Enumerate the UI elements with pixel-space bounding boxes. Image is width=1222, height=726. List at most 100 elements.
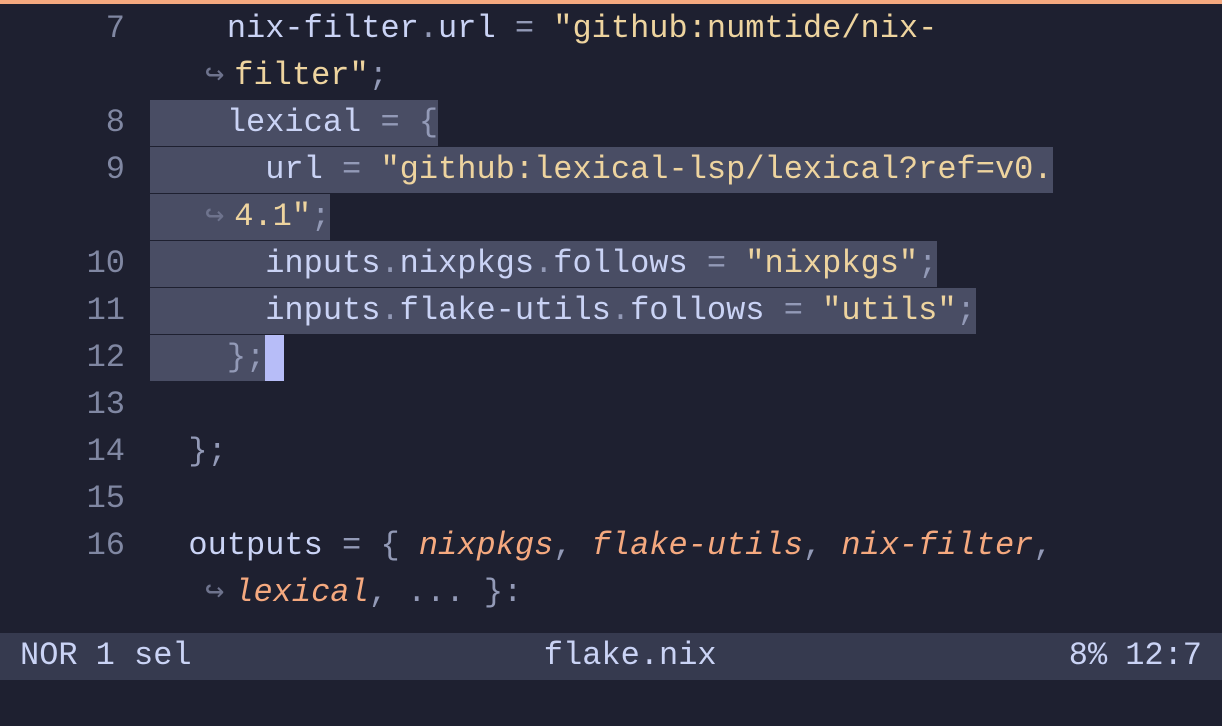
code-token	[150, 288, 265, 334]
line-content[interactable]: ↪4.1";	[150, 194, 1222, 240]
code-token: ,	[803, 523, 822, 569]
code-token: "nixpkgs"	[745, 241, 918, 287]
code-token	[150, 241, 265, 287]
line-number: 11	[0, 288, 150, 334]
line-content[interactable]: };	[150, 429, 1222, 475]
code-token: url	[438, 6, 515, 52]
line-number: 12	[0, 335, 150, 381]
code-token: inputs	[265, 241, 380, 287]
line-content[interactable]: ↪lexical, ... }:	[150, 570, 1222, 616]
line-number: 9	[0, 147, 150, 193]
line-content[interactable]: url = "github:lexical-lsp/lexical?ref=v0…	[150, 147, 1222, 193]
code-token: lexical	[234, 570, 368, 616]
code-token: flake-utils	[400, 288, 611, 334]
code-token: inputs	[265, 288, 380, 334]
code-token	[822, 523, 841, 569]
line-number: 14	[0, 429, 150, 475]
code-token: nixpkgs	[419, 523, 553, 569]
code-token: .	[380, 288, 399, 334]
code-token: .	[534, 241, 553, 287]
command-line-area[interactable]	[0, 680, 1222, 726]
code-token: "github:lexical-lsp/lexical?ref=v0.	[380, 147, 1052, 193]
code-token: ...	[407, 570, 465, 616]
code-line[interactable]: 15	[0, 476, 1222, 523]
code-token	[150, 6, 227, 52]
code-token: }	[227, 335, 246, 381]
code-token: };	[188, 429, 226, 475]
code-token: lexical	[227, 100, 381, 146]
code-token	[726, 241, 745, 287]
code-line[interactable]: ↪filter";	[0, 53, 1222, 100]
code-token: =	[784, 288, 803, 334]
code-token	[465, 570, 484, 616]
code-token: ;	[918, 241, 937, 287]
code-line[interactable]: 8 lexical = {	[0, 100, 1222, 147]
code-token: {	[380, 523, 399, 569]
code-token	[150, 429, 188, 475]
cursor-position: 12:7	[1125, 633, 1202, 679]
status-bar: NOR 1 sel flake.nix 8% 12:7	[0, 633, 1222, 680]
scroll-percent: 8%	[1069, 633, 1107, 679]
code-token	[150, 147, 265, 193]
code-token	[803, 288, 822, 334]
code-token: 4.1"	[234, 194, 311, 240]
code-token: =	[342, 147, 361, 193]
code-token: ;	[311, 194, 330, 240]
code-token: follows	[630, 288, 784, 334]
code-line[interactable]: 16 outputs = { nixpkgs, flake-utils, nix…	[0, 523, 1222, 570]
code-token	[388, 570, 407, 616]
code-token: =	[707, 241, 726, 287]
code-token: .	[611, 288, 630, 334]
code-token: nix-filter	[841, 523, 1033, 569]
code-token	[150, 335, 227, 381]
code-line[interactable]: 13	[0, 382, 1222, 429]
line-number: 8	[0, 100, 150, 146]
code-token	[400, 100, 419, 146]
code-token: "github:numtide/nix-	[553, 6, 937, 52]
code-token: "utils"	[822, 288, 956, 334]
code-token: follows	[553, 241, 707, 287]
code-token	[150, 100, 227, 146]
code-token	[572, 523, 591, 569]
code-line[interactable]: ↪4.1";	[0, 194, 1222, 241]
code-line[interactable]: 9 url = "github:lexical-lsp/lexical?ref=…	[0, 147, 1222, 194]
line-content[interactable]: inputs.nixpkgs.follows = "nixpkgs";	[150, 241, 1222, 287]
line-content[interactable]: nix-filter.url = "github:numtide/nix-	[150, 6, 1222, 52]
code-token: ,	[553, 523, 572, 569]
wrap-indicator-icon: ↪	[150, 570, 234, 616]
selection-count: 1 sel	[96, 633, 192, 679]
line-content[interactable]: inputs.flake-utils.follows = "utils";	[150, 288, 1222, 334]
code-token: flake-utils	[592, 523, 803, 569]
code-token: ,	[1033, 523, 1052, 569]
line-content[interactable]: };	[150, 335, 1222, 381]
code-line[interactable]: 11 inputs.flake-utils.follows = "utils";	[0, 288, 1222, 335]
code-token: url	[265, 147, 342, 193]
code-token: =	[380, 100, 399, 146]
line-content[interactable]: lexical = {	[150, 100, 1222, 146]
editor-mode: NOR	[20, 633, 78, 679]
wrap-indicator-icon: ↪	[150, 194, 234, 240]
code-token: outputs	[188, 523, 342, 569]
code-token: ;	[957, 288, 976, 334]
line-number: 15	[0, 476, 150, 522]
code-line[interactable]: 12 };	[0, 335, 1222, 382]
code-token: nix-filter	[227, 6, 419, 52]
code-line[interactable]: 14 };	[0, 429, 1222, 476]
code-token: .	[419, 6, 438, 52]
line-number: 7	[0, 6, 150, 52]
code-token	[150, 523, 188, 569]
code-token: {	[419, 100, 438, 146]
code-token: nixpkgs	[400, 241, 534, 287]
code-token	[361, 523, 380, 569]
code-editor[interactable]: 7 nix-filter.url = "github:numtide/nix- …	[0, 4, 1222, 617]
line-content[interactable]: ↪filter";	[150, 53, 1222, 99]
line-content[interactable]: outputs = { nixpkgs, flake-utils, nix-fi…	[150, 523, 1222, 569]
line-number: 10	[0, 241, 150, 287]
code-token	[534, 6, 553, 52]
code-line[interactable]: 7 nix-filter.url = "github:numtide/nix-	[0, 6, 1222, 53]
code-line[interactable]: ↪lexical, ... }:	[0, 570, 1222, 617]
code-token: ,	[369, 570, 388, 616]
code-token: .	[380, 241, 399, 287]
code-token: ;	[369, 53, 388, 99]
code-line[interactable]: 10 inputs.nixpkgs.follows = "nixpkgs";	[0, 241, 1222, 288]
